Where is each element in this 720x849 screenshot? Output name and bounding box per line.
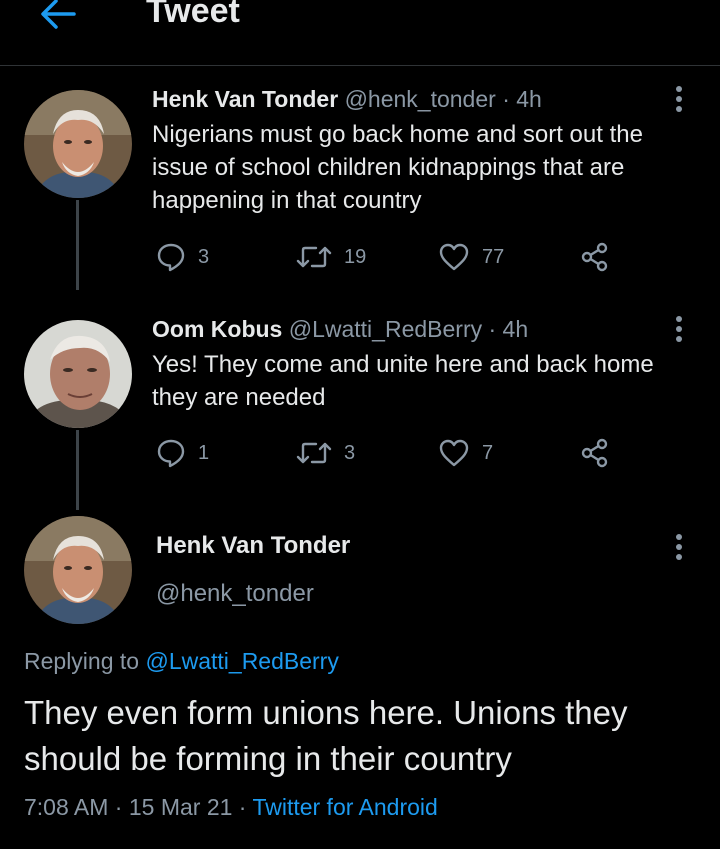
- tweet-text: Yes! They come and unite here and back h…: [152, 351, 654, 411]
- reply-icon: [156, 438, 186, 468]
- retweet-icon: [296, 242, 332, 272]
- retweet-icon: [296, 438, 332, 468]
- thread-line: [76, 430, 79, 510]
- more-options-icon[interactable]: [672, 86, 686, 116]
- back-arrow-icon[interactable]: [38, 0, 78, 34]
- retweet-button[interactable]: 19: [296, 240, 366, 274]
- like-count: 7: [482, 441, 494, 464]
- retweet-count: 19: [344, 245, 367, 268]
- like-count: 77: [482, 245, 505, 268]
- tweet-date: 15 Mar 21: [128, 794, 233, 820]
- tweet-header: Henk Van Tonder @henk_tonder · 4h: [152, 86, 542, 113]
- author-name[interactable]: Henk Van Tonder: [156, 532, 350, 560]
- tweet-time: · 4h: [488, 316, 529, 342]
- thread-line: [76, 200, 79, 290]
- reply-count: 1: [198, 441, 210, 464]
- tweet-header: Oom Kobus @Lwatti_RedBerry · 4h: [152, 316, 528, 343]
- author-name[interactable]: Henk Van Tonder: [152, 86, 338, 112]
- tweet-source-link[interactable]: Twitter for Android: [252, 794, 437, 820]
- reply-button[interactable]: 1: [156, 436, 209, 470]
- author-handle[interactable]: @Lwatti_RedBerry: [289, 316, 482, 342]
- page-title: Tweet: [146, 0, 240, 30]
- replying-to: Replying to @Lwatti_RedBerry: [24, 648, 339, 675]
- heart-icon: [438, 438, 470, 468]
- separator: ·: [114, 794, 129, 820]
- tweet-actions: 1 3 7: [156, 436, 616, 470]
- avatar[interactable]: [24, 90, 132, 198]
- more-options-icon[interactable]: [672, 534, 686, 564]
- tweet-time: 7:08 AM: [24, 794, 109, 820]
- tweet-time: · 4h: [502, 86, 542, 112]
- like-button[interactable]: 77: [438, 240, 504, 274]
- retweet-count: 3: [344, 441, 356, 464]
- author-handle[interactable]: @henk_tonder: [345, 86, 496, 112]
- reply-count: 3: [198, 245, 210, 268]
- more-options-icon[interactable]: [672, 316, 686, 346]
- avatar[interactable]: [24, 516, 132, 624]
- like-button[interactable]: 7: [438, 436, 493, 470]
- author-name[interactable]: Oom Kobus: [152, 316, 282, 342]
- author-handle[interactable]: @henk_tonder: [156, 580, 314, 608]
- retweet-button[interactable]: 3: [296, 436, 355, 470]
- avatar[interactable]: [24, 320, 132, 428]
- reply-button[interactable]: 3: [156, 240, 209, 274]
- separator: ·: [238, 794, 253, 820]
- share-icon: [580, 438, 610, 468]
- share-button[interactable]: [580, 436, 610, 470]
- main-tweet-text: They even form unions here. Unions they …: [24, 694, 628, 777]
- heart-icon: [438, 242, 470, 272]
- tweet-timestamp: 7:08 AM · 15 Mar 21 · Twitter for Androi…: [24, 794, 438, 821]
- reply-icon: [156, 242, 186, 272]
- replying-to-link[interactable]: @Lwatti_RedBerry: [145, 648, 338, 674]
- tweet-actions: 3 19 77: [156, 240, 616, 274]
- share-icon: [580, 242, 610, 272]
- replying-prefix: Replying to: [24, 648, 146, 674]
- tweet-text: Nigerians must go back home and sort out…: [152, 121, 643, 214]
- top-bar: Tweet: [0, 0, 720, 66]
- share-button[interactable]: [580, 240, 610, 274]
